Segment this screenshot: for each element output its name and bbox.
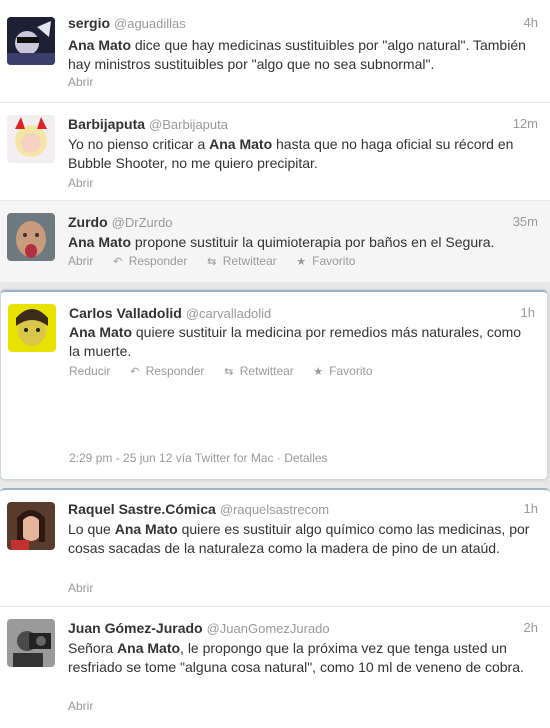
star-icon: ★ <box>296 256 307 268</box>
text-segment: Yo no pienso criticar a <box>68 136 210 152</box>
avatar[interactable] <box>8 304 56 352</box>
avatar[interactable] <box>7 502 55 550</box>
timestamp[interactable]: 1h <box>524 501 538 516</box>
tweet[interactable]: sergio @aguadillas 4h Ana Mato dice que h… <box>0 0 550 103</box>
avatar-image <box>7 502 55 550</box>
fullname[interactable]: Raquel Sastre.Cómica <box>68 501 216 517</box>
favorite-button[interactable]: ★ Favorito <box>311 364 372 378</box>
tweet-text: Señora Ana Mato, le propongo que la próx… <box>68 639 538 677</box>
fullname[interactable]: sergio <box>68 15 110 31</box>
retweet-icon: ⇆ <box>224 366 234 378</box>
avatar[interactable] <box>7 213 55 261</box>
tweet-text: Ana Mato propone sustituir la quimiotera… <box>68 233 538 252</box>
text-segment: propone sustituir la quimioterapia por b… <box>131 234 495 250</box>
tweet-actions: Abrir <box>68 176 107 190</box>
tweet-text: Yo no pienso criticar a Ana Mato hasta q… <box>68 135 538 173</box>
reply-button[interactable]: ↶ Responder <box>128 364 205 378</box>
text-segment: quiere sustituir la medicina por remedio… <box>69 324 522 359</box>
tweet-actions: Abrir ↶ Responder ⇆ Retwittear ★ Favorito <box>68 254 369 268</box>
reply-label: Responder <box>128 254 188 268</box>
mention-term: Ana Mato <box>68 37 131 53</box>
retweet-icon: ⇆ <box>207 256 217 268</box>
open-button[interactable]: Abrir <box>68 75 93 89</box>
open-button[interactable]: Abrir <box>68 176 93 190</box>
tweet[interactable]: Juan Gómez-Jurado @JuanGomezJurado 2h Señ… <box>0 607 550 728</box>
avatar-image <box>7 213 55 261</box>
favorite-button[interactable]: ★ Favorito <box>294 254 355 268</box>
collapse-button[interactable]: Reducir <box>69 364 110 378</box>
tweet-header: Carlos Valladolid @carvalladolid 1h <box>69 305 535 323</box>
tweet-header: Raquel Sastre.Cómica @raquelsastrecom 1h <box>68 501 538 519</box>
timestamp[interactable]: 2h <box>524 620 538 635</box>
fullname[interactable]: Zurdo <box>68 214 108 230</box>
timestamp[interactable]: 35m <box>513 214 538 229</box>
retweet-label: Retwittear <box>222 254 277 268</box>
retweet-button[interactable]: ⇆ Retwittear <box>222 364 294 378</box>
timestamp[interactable]: 4h <box>524 15 538 30</box>
fullname[interactable]: Barbijaputa <box>68 116 145 132</box>
tweet-header: sergio @aguadillas 4h <box>68 15 538 33</box>
username[interactable]: @DrZurdo <box>112 215 173 230</box>
tweet-actions: Reducir ↶ Responder ⇆ Retwittear ★ Favorito <box>69 364 387 378</box>
star-icon: ★ <box>313 366 324 378</box>
tweet-text: Ana Mato quiere sustituir la medicina po… <box>69 323 535 361</box>
reply-icon: ↶ <box>113 256 123 268</box>
timestamp[interactable]: 12m <box>513 116 538 131</box>
favorite-label: Favorito <box>312 254 356 268</box>
tweet-text: Lo que Ana Mato quiere es sustituir algo… <box>68 520 538 558</box>
text-segment: Señora <box>68 640 118 656</box>
avatar-image <box>7 17 55 65</box>
username[interactable]: @aguadillas <box>114 16 186 31</box>
text-segment: Lo que <box>68 521 115 537</box>
avatar[interactable] <box>7 115 55 163</box>
favorite-label: Favorito <box>329 364 373 378</box>
avatar-image <box>7 115 55 163</box>
avatar[interactable] <box>7 17 55 65</box>
tweet-meta[interactable]: 2:29 pm - 25 jun 12 vía Twitter for Mac … <box>69 451 328 465</box>
open-button[interactable]: Abrir <box>68 699 93 713</box>
open-button[interactable]: Abrir <box>68 581 93 595</box>
tweet-actions: Abrir <box>68 581 107 595</box>
avatar-image <box>8 304 56 352</box>
reply-label: Responder <box>145 364 205 378</box>
retweet-button[interactable]: ⇆ Retwittear <box>205 254 277 268</box>
username[interactable]: @Barbijaputa <box>149 117 228 132</box>
timestamp[interactable]: 1h <box>521 305 535 320</box>
text-segment: dice que hay medicinas sustituibles por … <box>68 37 526 72</box>
tweet-text: Ana Mato dice que hay medicinas sustitui… <box>68 36 538 74</box>
retweet-label: Retwittear <box>239 364 294 378</box>
tweet-header: Zurdo @DrZurdo 35m <box>68 214 538 232</box>
username[interactable]: @carvalladolid <box>186 306 271 321</box>
mention-term: Ana Mato <box>209 136 273 152</box>
tweet-header: Barbijaputa @Barbijaputa 12m <box>68 116 538 134</box>
tweet[interactable]: Zurdo @DrZurdo 35m Ana Mato propone susti… <box>0 201 550 283</box>
reply-icon: ↶ <box>130 366 140 378</box>
username[interactable]: @raquelsastrecom <box>220 502 329 517</box>
tweet-actions: Abrir <box>68 75 107 89</box>
mention-term: Ana Mato <box>114 521 178 537</box>
tweet-actions: Abrir <box>68 699 107 713</box>
avatar-image <box>7 619 55 667</box>
mention-term: Ana Mato <box>69 324 132 340</box>
fullname[interactable]: Carlos Valladolid <box>69 305 182 321</box>
mention-term: Ana Mato <box>117 640 181 656</box>
username[interactable]: @JuanGomezJurado <box>207 621 330 636</box>
tweet-expanded[interactable]: Carlos Valladolid @carvalladolid 1h Ana M… <box>0 290 548 480</box>
tweet-header: Juan Gómez-Jurado @JuanGomezJurado 2h <box>68 620 538 638</box>
avatar[interactable] <box>7 619 55 667</box>
tweet[interactable]: Barbijaputa @Barbijaputa 12m Yo no pienso… <box>0 103 550 201</box>
mention-term: Ana Mato <box>68 234 131 250</box>
reply-button[interactable]: ↶ Responder <box>111 254 188 268</box>
open-button[interactable]: Abrir <box>68 254 93 268</box>
fullname[interactable]: Juan Gómez-Jurado <box>68 620 203 636</box>
tweet[interactable]: Raquel Sastre.Cómica @raquelsastrecom 1h … <box>0 488 550 607</box>
